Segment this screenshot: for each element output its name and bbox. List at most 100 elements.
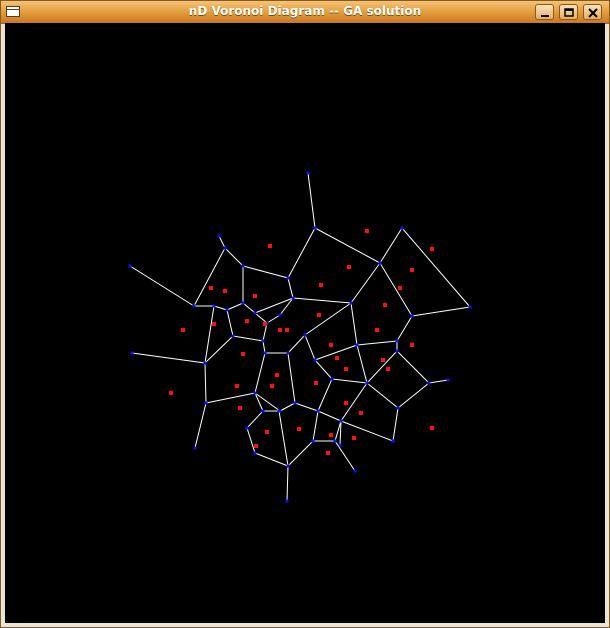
voronoi-vertex	[231, 334, 235, 338]
voronoi-vertex	[223, 246, 227, 250]
voronoi-vertex	[400, 226, 404, 230]
voronoi-edge	[279, 402, 296, 412]
voronoi-site	[430, 426, 434, 430]
voronoi-site	[352, 436, 356, 440]
voronoi-vertex	[128, 264, 132, 268]
voronoi-vertex	[245, 426, 249, 430]
close-icon	[588, 8, 598, 18]
voronoi-edge	[366, 350, 398, 384]
voronoi-site	[285, 328, 289, 332]
voronoi-edge	[350, 262, 381, 304]
voronoi-site	[375, 328, 379, 332]
voronoi-site	[344, 367, 348, 371]
voronoi-edge	[286, 465, 289, 502]
voronoi-vertex	[446, 378, 450, 382]
voronoi-vertex	[313, 358, 317, 362]
voronoi-edge	[204, 335, 234, 364]
voronoi-edge	[226, 302, 244, 311]
voronoi-site	[270, 384, 274, 388]
voronoi-site	[297, 427, 301, 431]
voronoi-vertex	[278, 313, 282, 317]
voronoi-vertex	[286, 351, 290, 355]
voronoi-site	[365, 229, 369, 233]
voronoi-vertex	[338, 443, 342, 447]
maximize-icon	[564, 8, 574, 17]
voronoi-diagram	[128, 171, 472, 503]
voronoi-canvas	[5, 23, 605, 623]
minimize-button[interactable]	[535, 4, 554, 20]
voronoi-site	[319, 283, 323, 287]
voronoi-edge	[334, 440, 356, 472]
voronoi-edge	[194, 402, 207, 449]
voronoi-vertex	[330, 377, 334, 381]
voronoi-edge	[242, 265, 289, 279]
voronoi-edge	[224, 247, 244, 267]
voronoi-vertex	[333, 439, 337, 443]
voronoi-edge	[401, 227, 471, 308]
voronoi-site	[386, 367, 390, 371]
voronoi-vertex	[468, 305, 472, 309]
voronoi-site	[326, 451, 330, 455]
voronoi-site	[212, 322, 216, 326]
close-button[interactable]	[583, 4, 602, 20]
voronoi-vertex	[286, 276, 290, 280]
voronoi-site	[265, 430, 269, 434]
voronoi-edge	[304, 302, 352, 336]
voronoi-edge	[205, 392, 256, 404]
voronoi-site	[245, 319, 249, 323]
voronoi-vertex	[396, 406, 400, 410]
voronoi-edge	[379, 262, 413, 317]
voronoi-vertex	[339, 419, 343, 423]
voronoi-site	[263, 322, 267, 326]
voronoi-edges	[129, 172, 471, 502]
voronoi-vertex	[203, 361, 207, 365]
voronoi-edge	[331, 378, 368, 384]
voronoi-edge	[278, 410, 289, 467]
voronoi-edge	[254, 452, 289, 467]
voronoi-site	[359, 411, 363, 415]
voronoi-site	[268, 244, 272, 248]
voronoi-site	[253, 294, 257, 298]
voronoi-site	[238, 406, 242, 410]
voronoi-edge	[287, 334, 306, 354]
voronoi-site	[344, 401, 348, 405]
voronoi-edge	[213, 305, 228, 311]
voronoi-vertex	[378, 261, 382, 265]
voronoi-vertex	[263, 351, 267, 355]
title-bar[interactable]: nD Voronoi Diagram -- GA solution	[1, 1, 609, 24]
voronoi-edge	[314, 227, 381, 264]
voronoi-vertex	[261, 339, 265, 343]
voronoi-edge	[411, 306, 471, 317]
voronoi-site	[275, 373, 279, 377]
maximize-button[interactable]	[559, 4, 578, 20]
voronoi-site	[317, 313, 321, 317]
voronoi-site	[235, 384, 239, 388]
voronoi-edge	[254, 352, 266, 394]
voronoi-edge	[254, 312, 268, 324]
voronoi-edge	[246, 410, 264, 429]
voronoi-vertex	[293, 401, 297, 405]
voronoi-vertices	[128, 171, 472, 503]
voronoi-vertex	[349, 301, 353, 305]
voronoi-edge	[131, 352, 206, 364]
voronoi-site	[169, 391, 173, 395]
voronoi-edge	[287, 227, 316, 279]
voronoi-edge	[129, 265, 195, 307]
voronoi-vertex	[303, 333, 307, 337]
voronoi-vertex	[286, 464, 290, 468]
window-title: nD Voronoi Diagram -- GA solution	[188, 4, 422, 18]
voronoi-vertex	[241, 301, 245, 305]
voronoi-edge	[392, 407, 399, 442]
voronoi-vertex	[130, 351, 134, 355]
voronoi-vertex	[313, 226, 317, 230]
voronoi-edge	[287, 440, 314, 467]
voronoi-vertex	[253, 391, 257, 395]
voronoi-edge	[287, 352, 296, 404]
app-window: nD Voronoi Diagram -- GA solution	[0, 0, 610, 628]
voronoi-vertex	[306, 171, 310, 175]
voronoi-vertex	[192, 304, 196, 308]
voronoi-vertex	[261, 409, 265, 413]
voronoi-edge	[204, 362, 207, 404]
voronoi-site	[347, 265, 351, 269]
voronoi-edge	[292, 297, 352, 304]
